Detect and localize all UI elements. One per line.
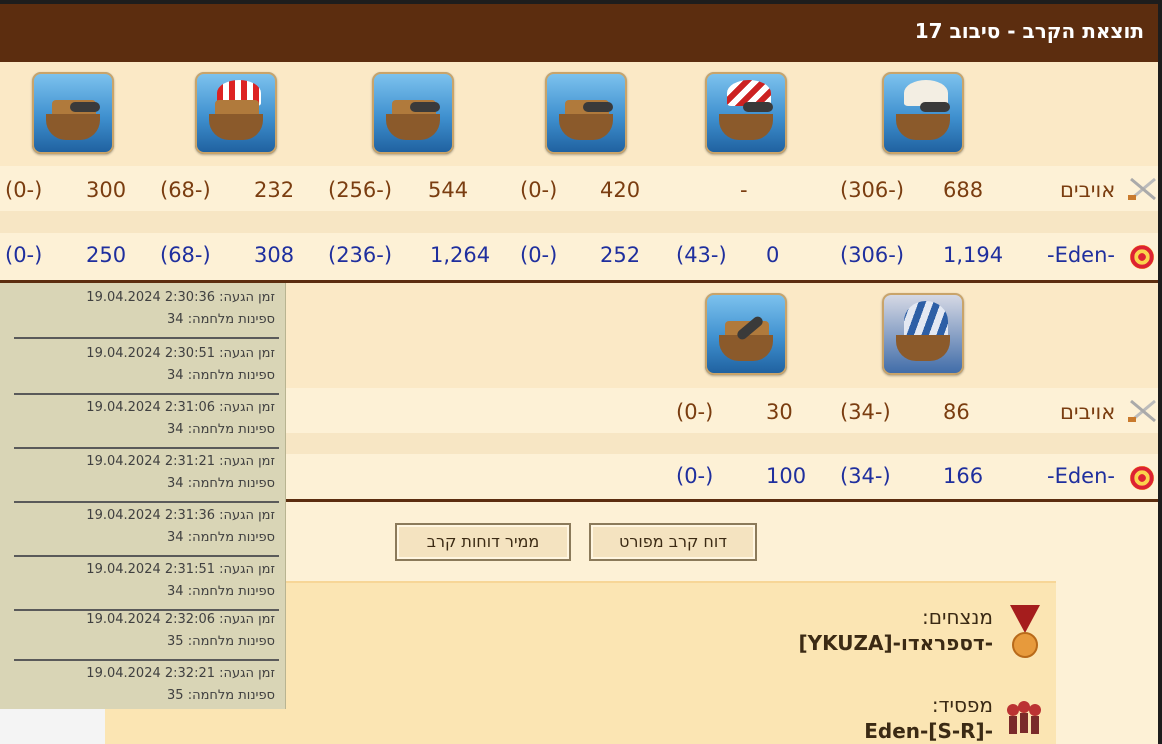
sidebar-footer-gap (0, 709, 105, 744)
player-count-1: 250 (86, 243, 127, 267)
report-sorter-button[interactable]: ממיר דוחות קרב (395, 523, 571, 561)
enemy-count-3: 544 (428, 178, 469, 202)
enemy-count-1: 300 (86, 178, 127, 202)
window-right-edge (1158, 4, 1162, 744)
top-ships-row (0, 62, 1158, 166)
arrival-time: זמן הגעה: 2:31:06 19.04.2024 (86, 400, 275, 415)
target-icon (1130, 466, 1154, 490)
winners-value: -דספראדו-[YKUZA] (798, 631, 993, 655)
enemy-count-4: 420 (600, 178, 641, 202)
arrival-entry[interactable]: זמן הגעה: 2:31:36 19.04.2024 ספינות מלחמ… (14, 501, 279, 557)
bottom-enemy-count-1: 30 (766, 400, 793, 424)
battle-result-header: תוצאת הקרב - סיבוב 17 (0, 4, 1162, 62)
arrival-ships: ספינות מלחמה: 34 (167, 584, 275, 599)
enemy-loss-4: (0-) (520, 178, 558, 202)
arrival-entry[interactable]: זמן הגעה: 2:31:21 19.04.2024 ספינות מלחמ… (14, 447, 279, 503)
arrival-time: זמן הגעה: 2:30:36 19.04.2024 (86, 290, 275, 305)
bottom-player-count-2: 166 (943, 464, 984, 488)
arrival-time: זמן הגעה: 2:31:51 19.04.2024 (86, 562, 275, 577)
winners-label: מנצחים: (921, 605, 993, 629)
arrival-ships: ספינות מלחמה: 35 (167, 634, 275, 649)
enemy-loss-3: (256-) (328, 178, 393, 202)
arrival-ships: ספינות מלחמה: 34 (167, 312, 275, 327)
bottom-player-label: -Eden- (1047, 464, 1115, 488)
bottom-player-loss-1: (0-) (676, 464, 714, 488)
arrival-entry[interactable]: זמן הגעה: 2:32:06 19.04.2024 ספינות מלחמ… (14, 605, 279, 661)
medal-icon (1010, 605, 1040, 658)
player-label: -Eden- (1047, 243, 1115, 267)
arrival-entry[interactable]: זמן הגעה: 2:31:51 19.04.2024 ספינות מלחמ… (14, 555, 279, 611)
loser-label: מפסיד: (931, 693, 993, 717)
arrival-ships: ספינות מלחמה: 34 (167, 422, 275, 437)
target-icon (1130, 245, 1154, 269)
arrival-entry[interactable]: זמן הגעה: 2:30:51 19.04.2024 ספינות מלחמ… (14, 339, 279, 395)
arrival-entry[interactable]: זמן הגעה: 2:32:21 19.04.2024 ספינות מלחמ… (14, 659, 279, 715)
bottom-enemy-loss-2: (34-) (840, 400, 891, 424)
player-count-2: 308 (254, 243, 295, 267)
top-enemies-row: (0-) 300 (68-) 232 (256-) 544 (0-) 420 -… (0, 166, 1158, 211)
bottom-player-count-1: 100 (766, 464, 807, 488)
bottom-enemy-count-2: 86 (943, 400, 970, 424)
crossed-swords-icon (1128, 399, 1156, 423)
ship-image-b1 (705, 293, 787, 375)
arrival-time: זמן הגעה: 2:32:21 19.04.2024 (86, 666, 275, 681)
crossed-swords-icon (1128, 177, 1156, 201)
player-count-5: 0 (766, 243, 780, 267)
enemies-label: אויבים (1060, 178, 1116, 202)
enemy-loss-1: (0-) (5, 178, 43, 202)
ship-image-6 (882, 72, 964, 154)
player-loss-3: (236-) (328, 243, 393, 267)
arrival-ships: ספינות מלחמה: 34 (167, 476, 275, 491)
top-player-row: (0-) 250 (68-) 308 (236-) 1,264 (0-) 252… (0, 233, 1158, 278)
player-count-3: 1,264 (430, 243, 491, 267)
player-count-4: 252 (600, 243, 641, 267)
bottom-player-loss-2: (34-) (840, 464, 891, 488)
player-loss-2: (68-) (160, 243, 211, 267)
detailed-report-button[interactable]: דוח קרב מפורט (589, 523, 757, 561)
ship-image-1 (32, 72, 114, 154)
top-separator-band (0, 211, 1158, 235)
arrival-time: זמן הגעה: 2:30:51 19.04.2024 (86, 346, 275, 361)
arrival-time: זמן הגעה: 2:31:36 19.04.2024 (86, 508, 275, 523)
ship-image-4 (545, 72, 627, 154)
player-loss-6: (306-) (840, 243, 905, 267)
arrivals-sidebar[interactable]: זמן הגעה: 2:30:36 19.04.2024 ספינות מלחמ… (0, 283, 286, 709)
ship-image-2 (195, 72, 277, 154)
enemy-count-5: - (740, 178, 748, 202)
ship-image-3 (372, 72, 454, 154)
arrival-ships: ספינות מלחמה: 34 (167, 530, 275, 545)
player-loss-4: (0-) (520, 243, 558, 267)
loser-value: -Eden-[S-R] (864, 719, 993, 743)
bottom-enemy-loss-1: (0-) (676, 400, 714, 424)
player-count-6: 1,194 (943, 243, 1004, 267)
arrival-ships: ספינות מלחמה: 34 (167, 368, 275, 383)
ship-image-b2 (882, 293, 964, 375)
arrival-entry[interactable]: זמן הגעה: 2:30:36 19.04.2024 ספינות מלחמ… (14, 283, 279, 339)
enemy-count-2: 232 (254, 178, 295, 202)
bottom-enemies-label: אויבים (1060, 400, 1116, 424)
enemy-loss-6: (306-) (840, 178, 905, 202)
arrival-time: זמן הגעה: 2:31:21 19.04.2024 (86, 454, 275, 469)
arrival-entry[interactable]: זמן הגעה: 2:31:06 19.04.2024 ספינות מלחמ… (14, 393, 279, 449)
enemy-loss-2: (68-) (160, 178, 211, 202)
ship-image-5 (705, 72, 787, 154)
pirates-icon (1007, 701, 1041, 734)
arrival-ships: ספינות מלחמה: 35 (167, 688, 275, 703)
arrival-time: זמן הגעה: 2:32:06 19.04.2024 (86, 612, 275, 627)
enemy-count-6: 688 (943, 178, 984, 202)
player-loss-5: (43-) (676, 243, 727, 267)
player-loss-1: (0-) (5, 243, 43, 267)
page-title: תוצאת הקרב - סיבוב 17 (914, 19, 1144, 43)
